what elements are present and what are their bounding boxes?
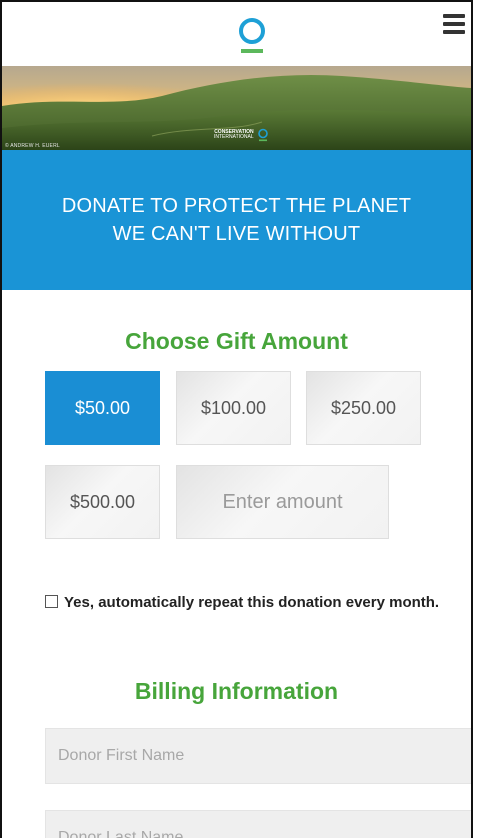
brand-ring-icon <box>257 128 268 142</box>
hero-landscape-image: © ANDREW H. EUERL CONSERVATION INTERNATI… <box>2 66 471 150</box>
donate-banner: DONATE TO PROTECT THE PLANET WE CAN'T LI… <box>2 150 471 290</box>
conservation-international-logo-icon[interactable] <box>232 14 272 58</box>
choose-gift-amount-heading: Choose Gift Amount <box>125 328 348 354</box>
menu-bar <box>443 14 465 18</box>
hamburger-menu-icon[interactable] <box>443 14 465 34</box>
recurring-checkbox[interactable] <box>45 595 58 608</box>
amount-option-500[interactable]: $500.00 <box>45 465 160 539</box>
amount-option-50[interactable]: $50.00 <box>45 371 160 445</box>
gift-amount-options: $50.00 $100.00 $250.00 $500.00 Enter amo… <box>2 358 471 558</box>
menu-bar <box>443 22 465 26</box>
amount-option-100[interactable]: $100.00 <box>176 371 291 445</box>
recurring-donation-option[interactable]: Yes, automatically repeat this donation … <box>45 592 465 614</box>
menu-bar <box>443 30 465 34</box>
billing-information-heading: Billing Information <box>134 678 339 704</box>
donor-last-name-field[interactable]: Donor Last Name <box>45 810 471 838</box>
banner-line1: DONATE TO PROTECT THE PLANET <box>61 195 412 217</box>
photo-credit: © ANDREW H. EUERL <box>5 143 60 149</box>
banner-line2: WE CAN'T LIVE WITHOUT <box>112 223 361 245</box>
recurring-label: Yes, automatically repeat this donation … <box>64 594 440 611</box>
hero-brand-mark: CONSERVATION INTERNATIONAL <box>214 128 269 142</box>
donor-first-name-field[interactable]: Donor First Name <box>45 728 471 784</box>
brand-name-line2: INTERNATIONAL <box>214 134 254 140</box>
mobile-donation-page: © ANDREW H. EUERL CONSERVATION INTERNATI… <box>0 0 473 838</box>
top-header <box>2 2 471 66</box>
custom-amount-input[interactable]: Enter amount <box>176 465 389 539</box>
amount-option-250[interactable]: $250.00 <box>306 371 421 445</box>
